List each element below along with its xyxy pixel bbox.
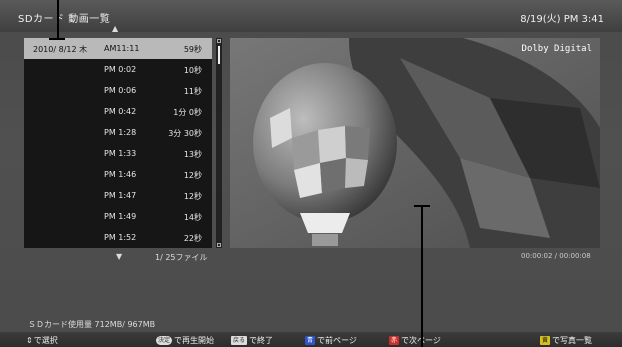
callout-tick-left <box>49 38 65 40</box>
scroll-down-icon[interactable]: ▼ <box>116 252 122 261</box>
video-preview: Dolby Digital <box>230 38 600 248</box>
yellow-key-icon: 黄 <box>540 336 551 345</box>
list-item-duration: 59秒 <box>183 45 202 54</box>
list-item[interactable]: PM 1:28 3分 30秒 <box>24 122 212 143</box>
list-item-date: 2010/ 8/12 木 <box>33 45 88 54</box>
callout-tick-right <box>414 205 430 207</box>
list-item-time: PM 0:02 <box>104 65 137 74</box>
footer-prev-label: で前ページ <box>317 336 357 345</box>
list-item[interactable]: PM 0:42 1分 0秒 <box>24 101 212 122</box>
list-item-time: PM 1:33 <box>104 149 137 158</box>
footer-play[interactable]: 決定 で再生開始 <box>156 335 214 346</box>
footer-select-label: で選択 <box>33 336 58 345</box>
scrollbar[interactable] <box>216 38 222 248</box>
list-item-duration: 3分 30秒 <box>168 129 202 138</box>
footer-select: ⇕で選択 <box>26 335 58 346</box>
list-item-time: PM 1:46 <box>104 170 137 179</box>
list-item-time: PM 0:42 <box>104 107 137 116</box>
blue-key-icon: 青 <box>305 336 316 345</box>
footer-photo-label: で写真一覧 <box>552 336 593 345</box>
sd-usage: ＳＤカード使用量 712MB/ 967MB <box>28 320 156 329</box>
back-key-icon: 戻る <box>231 336 248 345</box>
footer-play-label: で再生開始 <box>174 336 215 345</box>
enter-key-icon: 決定 <box>156 336 173 345</box>
list-item[interactable]: PM 1:47 12秒 <box>24 185 212 206</box>
footer-bar: ⇕で選択 決定で再生開始 戻るで終了 青で前ページ 赤で次ページ 黄で写真一覧 <box>0 332 622 347</box>
list-item-duration: 13秒 <box>183 150 202 159</box>
list-item-duration: 22秒 <box>183 234 202 243</box>
list-item-duration: 10秒 <box>183 66 202 75</box>
list-item-time: AM11:11 <box>104 44 140 53</box>
footer-prev-page[interactable]: 青で前ページ <box>305 335 357 346</box>
list-item-duration: 12秒 <box>183 171 202 180</box>
scrollbar-top-cap <box>217 39 221 43</box>
audio-format-badge: Dolby Digital <box>521 44 592 54</box>
footer-next-page[interactable]: 赤で次ページ <box>389 335 441 346</box>
footer-exit[interactable]: 戻る で終了 <box>231 335 273 346</box>
list-item[interactable]: PM 1:49 14秒 <box>24 206 212 227</box>
playback-time: 00:00:02 / 00:00:08 <box>521 252 591 260</box>
callout-line-left <box>57 0 59 40</box>
list-item[interactable]: PM 1:46 12秒 <box>24 164 212 185</box>
scrollbar-bottom-cap <box>217 243 221 247</box>
list-item[interactable]: PM 0:02 10秒 <box>24 59 212 80</box>
list-item-time: PM 1:52 <box>104 233 137 242</box>
list-item-time: PM 1:49 <box>104 212 137 221</box>
list-item-time: PM 0:06 <box>104 86 137 95</box>
list-item-duration: 14秒 <box>183 213 202 222</box>
scroll-up-icon[interactable]: ▲ <box>112 24 118 33</box>
footer-exit-label: で終了 <box>249 336 274 345</box>
list-item-duration: 1分 0秒 <box>173 108 202 117</box>
screen-title: SDカード 動画一覧 <box>18 14 111 25</box>
list-item-duration: 12秒 <box>183 192 202 201</box>
scrollbar-thumb[interactable] <box>218 46 220 64</box>
dpad-icon: ⇕ <box>26 336 33 345</box>
list-item[interactable]: PM 0:06 11秒 <box>24 80 212 101</box>
footer-photo-list[interactable]: 黄で写真一覧 <box>540 335 592 346</box>
red-key-icon: 赤 <box>389 336 400 345</box>
list-item-time: PM 1:47 <box>104 191 137 200</box>
file-count: 1/ 25ファイル <box>155 253 208 262</box>
list-item[interactable]: PM 1:33 13秒 <box>24 143 212 164</box>
list-item[interactable]: 2010/ 8/12 木 AM11:11 59秒 <box>24 38 212 59</box>
clock: 8/19(火) PM 3:41 <box>520 14 604 25</box>
balloon-image <box>230 38 600 248</box>
list-item-duration: 11秒 <box>183 87 202 96</box>
video-list: 2010/ 8/12 木 AM11:11 59秒 PM 0:02 10秒 PM 0:06 1… <box>24 38 212 248</box>
list-item[interactable]: PM 1:52 22秒 <box>24 227 212 248</box>
callout-line-right <box>421 205 423 347</box>
list-item-time: PM 1:28 <box>104 128 137 137</box>
